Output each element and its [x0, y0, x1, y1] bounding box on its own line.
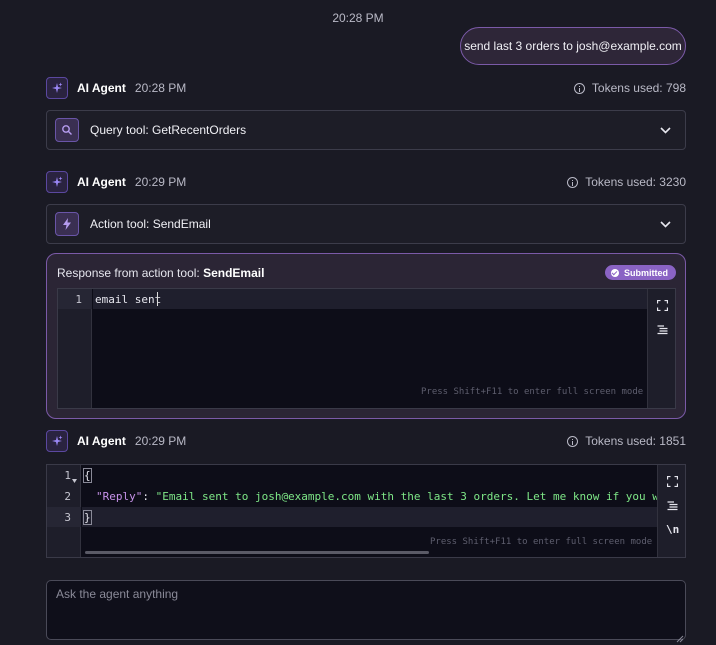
conversation-timestamp: 20:28 PM: [332, 11, 384, 25]
reply-code-editor[interactable]: 1 2 3 { "Reply": "Email sent to josh@exa…: [46, 464, 686, 558]
info-icon[interactable]: [567, 176, 579, 188]
sparkle-icon: [46, 430, 68, 452]
json-key: "Reply": [96, 490, 143, 503]
response-tool-name: SendEmail: [203, 266, 265, 280]
agent-message-time: 20:29 PM: [134, 434, 187, 448]
resize-handle-icon[interactable]: [676, 630, 684, 645]
chevron-down-icon[interactable]: [660, 217, 671, 231]
fullscreen-hint: Press Shift+F11 to enter full screen mod…: [430, 537, 653, 547]
info-icon[interactable]: [573, 82, 585, 94]
action-tool-label: Action tool: SendEmail: [90, 217, 211, 231]
search-icon: [55, 118, 79, 142]
tokens-used: Tokens used: 3230: [567, 175, 686, 189]
user-message-bubble: send last 3 orders to josh@example.com: [460, 27, 686, 65]
tokens-used-text: Tokens used: 3230: [585, 175, 686, 189]
newline-toggle-button[interactable]: \n: [666, 523, 679, 536]
line-number: 1: [75, 293, 82, 306]
agent-name: AI Agent: [77, 81, 126, 95]
json-reply-line[interactable]: "Reply": "Email sent to josh@example.com…: [96, 490, 686, 503]
chevron-down-icon[interactable]: [660, 123, 671, 137]
json-close-brace[interactable]: }: [83, 510, 92, 525]
info-icon[interactable]: [567, 435, 579, 447]
agent-message-header: AI Agent 20:28 PM Tokens used: 798: [46, 75, 686, 101]
fullscreen-icon[interactable]: [656, 299, 669, 314]
agent-message-header: AI Agent 20:29 PM Tokens used: 1851: [46, 428, 686, 454]
json-colon: :: [142, 490, 156, 503]
status-badge: Submitted: [605, 265, 676, 280]
agent-message-header: AI Agent 20:29 PM Tokens used: 3230: [46, 169, 686, 195]
editor-side-toolbar: \n: [657, 465, 685, 557]
tokens-used-text: Tokens used: 798: [591, 81, 686, 95]
query-tool-accordion[interactable]: Query tool: GetRecentOrders: [46, 110, 686, 150]
json-string-value: "Email sent to josh@example.com with the…: [155, 490, 686, 503]
sparkle-icon: [46, 171, 68, 193]
active-line-highlight: [82, 507, 658, 527]
line-number: 1: [64, 469, 71, 482]
agent-name: AI Agent: [77, 175, 126, 189]
horizontal-scrollbar[interactable]: [85, 551, 429, 554]
query-tool-label: Query tool: GetRecentOrders: [90, 123, 247, 137]
agent-name: AI Agent: [77, 434, 126, 448]
response-code-editor[interactable]: 1 email sent Press Shift+F11 to enter fu…: [57, 288, 676, 409]
user-message-text: send last 3 orders to josh@example.com: [464, 39, 682, 53]
chat-input[interactable]: [46, 580, 686, 640]
text-cursor: [157, 292, 158, 306]
editor-side-toolbar: [647, 289, 675, 408]
active-line-highlight: [93, 289, 648, 309]
tokens-used-text: Tokens used: 1851: [585, 434, 686, 448]
check-circle-icon: [611, 268, 619, 277]
tokens-used: Tokens used: 1851: [567, 434, 686, 448]
fullscreen-icon[interactable]: [666, 475, 679, 490]
sparkle-icon: [46, 77, 68, 99]
tokens-used: Tokens used: 798: [573, 81, 686, 95]
code-line[interactable]: email sent: [95, 293, 161, 306]
status-badge-label: Submitted: [624, 267, 668, 278]
response-title: Response from action tool: SendEmail: [57, 266, 264, 280]
fullscreen-hint: Press Shift+F11 to enter full screen mod…: [421, 387, 644, 397]
json-open-brace[interactable]: {: [83, 468, 92, 483]
fold-arrow-icon[interactable]: [72, 473, 77, 486]
line-number: 2: [64, 490, 71, 503]
action-tool-response-panel: Response from action tool: SendEmail Sub…: [46, 253, 686, 419]
line-number: 3: [64, 511, 71, 524]
format-icon[interactable]: [667, 501, 678, 514]
format-icon[interactable]: [657, 325, 668, 338]
action-tool-accordion[interactable]: Action tool: SendEmail: [46, 204, 686, 244]
response-title-prefix: Response from action tool:: [57, 266, 204, 280]
lightning-icon: [55, 212, 79, 236]
agent-message-time: 20:29 PM: [134, 175, 187, 189]
agent-message-time: 20:28 PM: [134, 81, 187, 95]
